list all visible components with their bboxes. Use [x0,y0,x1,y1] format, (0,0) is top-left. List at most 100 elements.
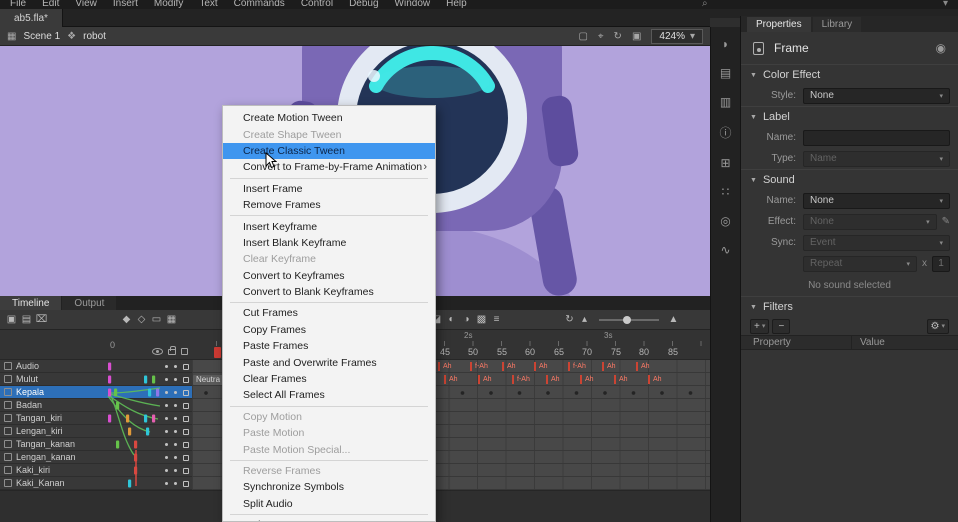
menu-file[interactable]: File [10,0,26,9]
layer-lock-dot[interactable] [174,365,177,368]
document-tab[interactable]: ab5.fla* [0,9,63,27]
layer-lock-dot[interactable] [174,417,177,420]
pasteboard-toggle-icon[interactable]: ▢ [578,31,587,42]
menu-item-clear-frames[interactable]: Clear Frames [223,371,435,387]
layer-row-audio[interactable]: Audio [0,360,192,373]
menu-item-create-motion-tween[interactable]: Create Motion Tween [223,110,435,126]
menu-window[interactable]: Window [395,0,431,9]
layer-outline-swatch[interactable] [183,455,189,461]
menu-commands[interactable]: Commands [234,0,285,9]
menu-item-split-audio[interactable]: Split Audio [223,496,435,512]
frame-menu-button[interactable]: ≡ [489,314,504,325]
layer-outline-swatch[interactable] [183,481,189,487]
section-color-effect[interactable]: ▼ Color Effect [741,65,958,85]
layer-outline-swatch[interactable] [183,377,189,383]
menu-item-paste-frames[interactable]: Paste Frames [223,338,435,354]
panel-menu-icon[interactable]: ◉ [936,41,946,55]
menu-item-cut-frames[interactable]: Cut Frames [223,305,435,321]
menu-text[interactable]: Text [199,0,217,9]
layer-outline-swatch[interactable] [183,416,189,422]
edit-multiple-frames-button[interactable]: ▩ [474,314,489,325]
onion-outline-button[interactable]: ◑ [459,314,474,325]
layer-visibility-dot[interactable] [165,404,168,407]
delete-layer-button[interactable]: ⌧ [34,314,49,325]
layer-row-tangan-kanan[interactable]: Tangan_kanan [0,438,192,451]
layer-visibility-dot[interactable] [165,417,168,420]
breadcrumb-scene[interactable]: Scene 1 [23,31,60,42]
timeline-zoom-in-icon[interactable]: ▲ [666,314,681,325]
timeline-zoom-out-icon[interactable]: ▴ [577,314,592,325]
new-folder-button[interactable]: ▤ [19,314,34,325]
section-filters[interactable]: ▼ Filters [741,297,958,317]
menu-item-copy-frames[interactable]: Copy Frames [223,322,435,338]
layer-visibility-dot[interactable] [165,430,168,433]
layer-visibility-dot[interactable] [165,482,168,485]
menu-control[interactable]: Control [301,0,333,9]
layer-visibility-dot[interactable] [165,456,168,459]
menu-item-synchronize-symbols[interactable]: Synchronize Symbols [223,479,435,495]
layer-lock-dot[interactable] [174,404,177,407]
info-panel-icon[interactable]: ⓘ [719,124,731,141]
menu-item-paste-and-overwrite-frames[interactable]: Paste and Overwrite Frames [223,354,435,370]
menu-item-remove-frames[interactable]: Remove Frames [223,197,435,213]
layer-lock-dot[interactable] [174,469,177,472]
section-label[interactable]: ▼ Label [741,107,958,127]
menu-item-actions[interactable]: Actions [223,517,435,522]
layer-row-kaki-kiri[interactable]: Kaki_kiri [0,464,192,477]
layer-row-mulut[interactable]: Mulut [0,373,192,386]
insert-blank-keyframe-button[interactable]: ◇ [134,314,149,325]
show-hide-all-icon[interactable] [152,348,163,355]
swatches-panel-icon[interactable]: ▥ [720,95,731,109]
tab-output[interactable]: Output [62,296,116,310]
components-panel-icon[interactable]: ◎ [720,214,730,228]
layer-lock-dot[interactable] [174,443,177,446]
tab-properties[interactable]: Properties [747,17,811,32]
timeline-zoom-knob[interactable] [623,316,631,324]
layer-row-kaki-kanan[interactable]: Kaki_Kanan [0,477,192,490]
menu-view[interactable]: View [75,0,97,9]
menu-item-insert-frame[interactable]: Insert Frame [223,181,435,197]
layer-visibility-dot[interactable] [165,469,168,472]
rotate-view-icon[interactable]: ↻ [614,31,622,42]
menu-item-convert-to-blank-keyframes[interactable]: Convert to Blank Keyframes [223,284,435,300]
history-panel-icon[interactable]: ∷ [722,185,730,199]
layer-lock-dot[interactable] [174,430,177,433]
playhead[interactable] [214,347,221,358]
layer-row-badan[interactable]: Badan [0,399,192,412]
layer-lock-dot[interactable] [174,482,177,485]
sound-name-dropdown[interactable]: None ▾ [803,193,950,209]
layer-visibility-dot[interactable] [165,365,168,368]
menu-insert[interactable]: Insert [113,0,138,9]
onion-skin-button[interactable]: ◐ [444,314,459,325]
collapse-triangle-icon[interactable]: ▼ [750,114,757,121]
menu-item-select-all-frames[interactable]: Select All Frames [223,387,435,403]
layer-lock-dot[interactable] [174,378,177,381]
layer-visibility-dot[interactable] [165,391,168,394]
layer-visibility-dot[interactable] [165,443,168,446]
label-name-input[interactable] [803,130,950,146]
loop-button[interactable]: ↻ [562,314,577,325]
edit-scene-icon[interactable]: ▦ [7,31,16,42]
layer-outline-swatch[interactable] [183,403,189,409]
lock-all-icon[interactable] [168,349,176,355]
remove-filter-button[interactable]: − [772,319,790,334]
menu-item-convert-to-keyframes[interactable]: Convert to Keyframes [223,268,435,284]
collapse-triangle-icon[interactable]: ▼ [750,72,757,79]
clip-content-icon[interactable]: ▣ [632,31,641,42]
tab-timeline[interactable]: Timeline [0,296,61,310]
menu-edit[interactable]: Edit [42,0,59,9]
layer-row-tangan-kiri[interactable]: Tangan_kiri [0,412,192,425]
layer-outline-swatch[interactable] [183,429,189,435]
motion-editor-panel-icon[interactable]: ∿ [720,243,730,257]
layer-lock-dot[interactable] [174,456,177,459]
collapse-triangle-icon[interactable]: ▼ [750,304,757,311]
outline-all-icon[interactable] [181,348,188,355]
layer-outline-swatch[interactable] [183,468,189,474]
frame-view-button[interactable]: ▦ [164,314,179,325]
layer-outline-swatch[interactable] [183,390,189,396]
zoom-level-select[interactable]: 424% ▾ [651,29,703,44]
menu-modify[interactable]: Modify [154,0,183,9]
add-filter-button[interactable]: + ▾ [750,319,769,334]
edit-sound-envelope-icon[interactable]: ✎ [942,216,950,227]
layer-outline-swatch[interactable] [183,364,189,370]
